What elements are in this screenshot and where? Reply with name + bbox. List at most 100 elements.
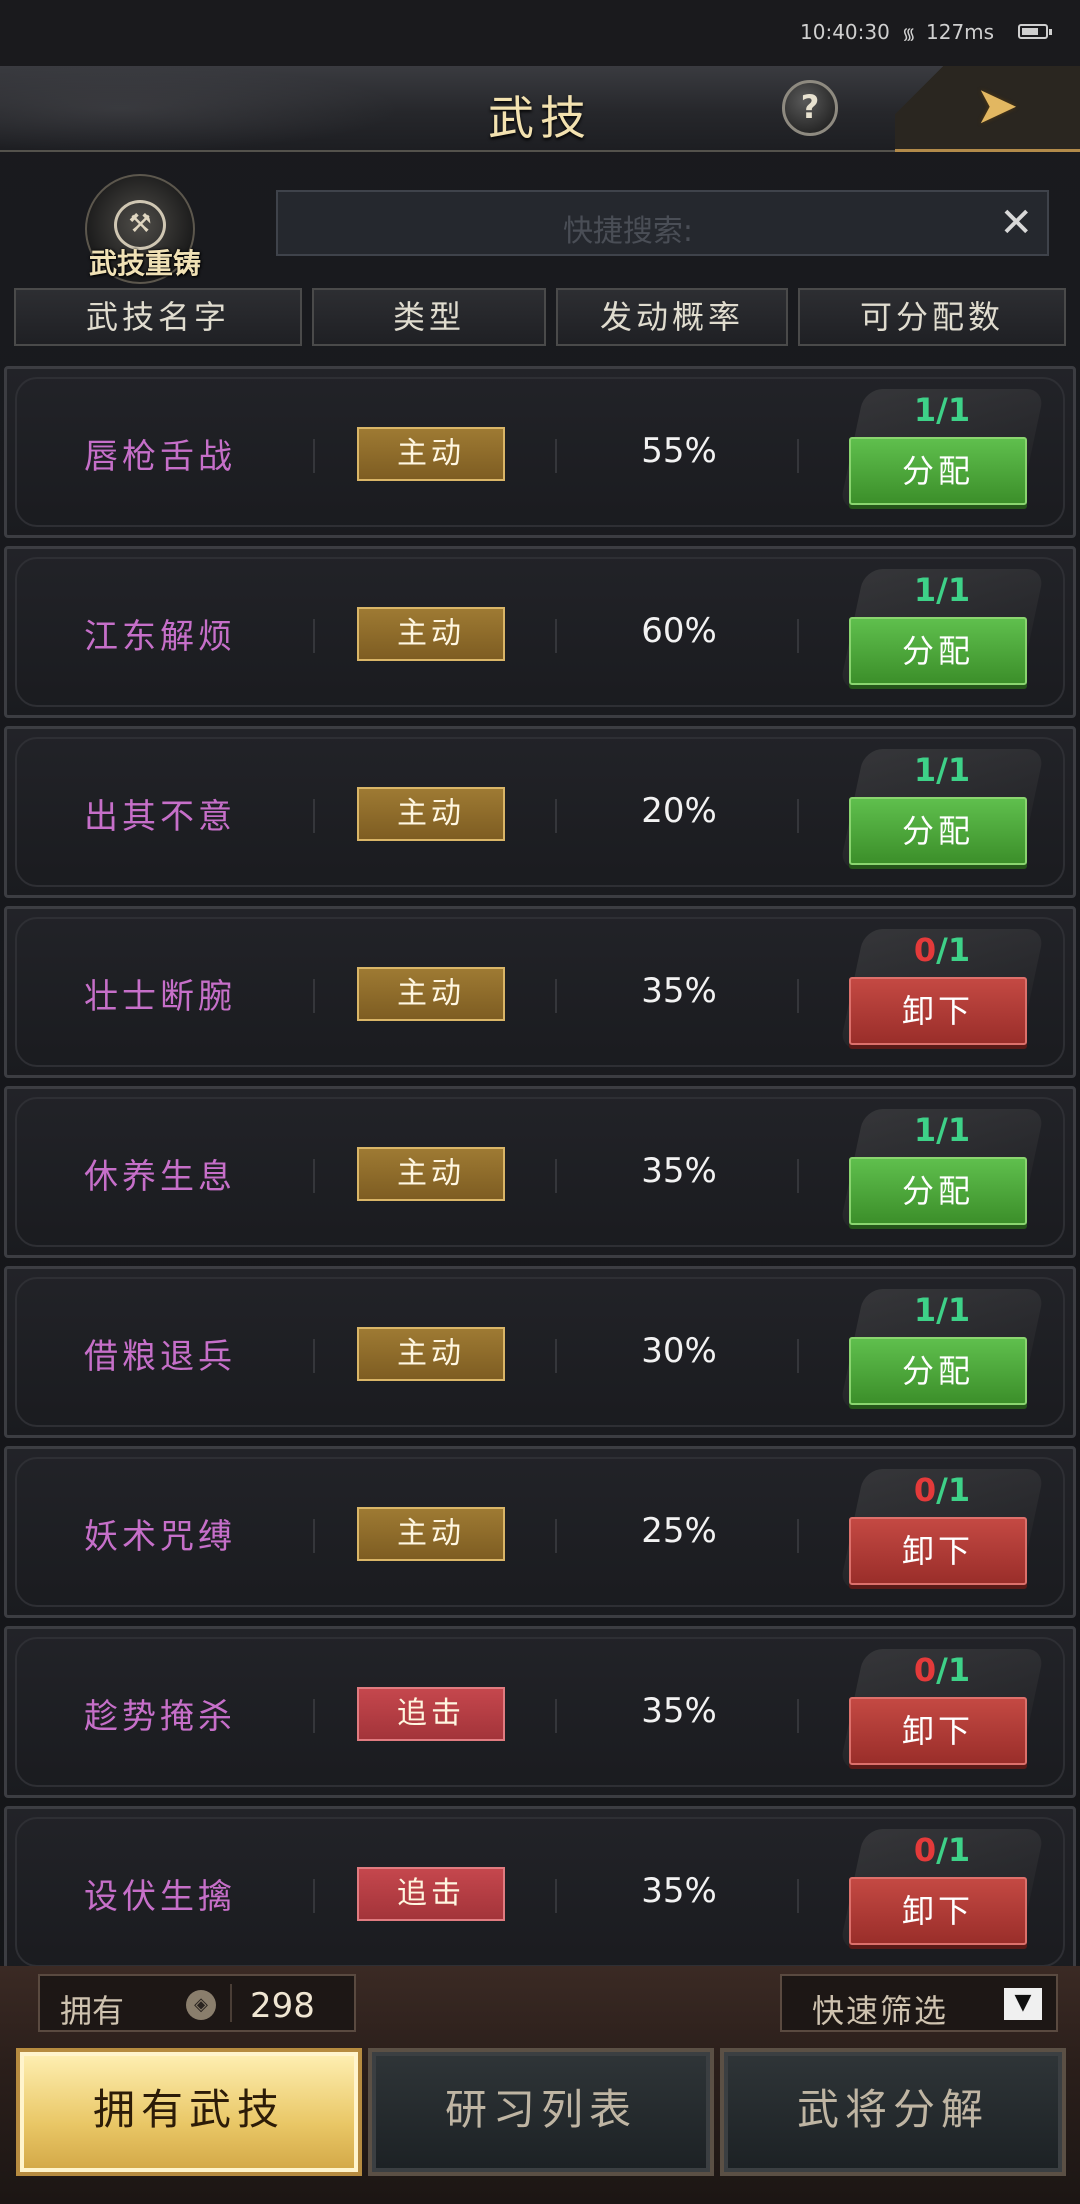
skill-row[interactable]: 壮士断腕 主动 35% 0/1 卸下 — [4, 906, 1076, 1078]
token-icon: ◈ — [186, 1990, 216, 2020]
skill-trigger-rate: 35% — [641, 971, 717, 1011]
skill-type-badge: 主动 — [357, 1327, 505, 1381]
column-divider — [555, 799, 557, 833]
unload-button[interactable]: 卸下 — [849, 1517, 1027, 1585]
skill-row[interactable]: 出其不意 主动 20% 1/1 分配 — [4, 726, 1076, 898]
battery-icon — [1018, 24, 1052, 39]
skill-type-badge: 追击 — [357, 1867, 505, 1921]
count-slash: / — [936, 751, 948, 789]
assignable-count: 1/1 — [852, 751, 1032, 789]
column-header-type: 类型 — [312, 288, 546, 346]
unload-button[interactable]: 卸下 — [849, 1877, 1027, 1945]
assigned-number: 1 — [913, 751, 937, 789]
column-divider — [555, 1699, 557, 1733]
owned-divider — [230, 1984, 232, 2022]
total-number: 1 — [947, 391, 971, 429]
assigned-number: 0 — [913, 1831, 937, 1869]
filter-label: 快速筛选 — [812, 1992, 949, 2030]
column-divider — [555, 1159, 557, 1193]
assignable-count: 0/1 — [852, 931, 1032, 969]
assignable-count: 1/1 — [852, 1111, 1032, 1149]
skill-trigger-rate: 20% — [641, 791, 717, 831]
help-button[interactable]: ? — [782, 80, 838, 136]
assign-button[interactable]: 分配 — [849, 617, 1027, 685]
back-button[interactable]: ➤ — [895, 66, 1080, 152]
chevron-down-icon: ▼ — [1004, 1988, 1042, 2020]
total-number: 1 — [947, 1111, 971, 1149]
total-number: 1 — [947, 751, 971, 789]
tab-owned-skills[interactable]: 拥有武技 — [16, 2048, 362, 2176]
total-number: 1 — [947, 1651, 971, 1689]
assign-button[interactable]: 分配 — [849, 1337, 1027, 1405]
status-ping: 127ms — [926, 20, 995, 44]
column-divider — [797, 1519, 799, 1553]
skill-row[interactable]: 休养生息 主动 35% 1/1 分配 — [4, 1086, 1076, 1258]
owned-label: 拥有 — [60, 1992, 125, 2030]
total-number: 1 — [947, 1831, 971, 1869]
owned-value: 298 — [250, 1986, 315, 2026]
skill-name: 江东解烦 — [84, 617, 236, 657]
column-divider — [555, 439, 557, 473]
count-slash: / — [936, 931, 948, 969]
assign-button[interactable]: 分配 — [849, 797, 1027, 865]
count-slash: / — [936, 1291, 948, 1329]
skill-trigger-rate: 55% — [641, 431, 717, 471]
unload-button[interactable]: 卸下 — [849, 1697, 1027, 1765]
count-slash: / — [936, 1471, 948, 1509]
column-divider — [313, 799, 315, 833]
count-slash: / — [936, 1111, 948, 1149]
skill-name: 唇枪舌战 — [84, 437, 236, 477]
column-divider — [555, 619, 557, 653]
column-divider — [797, 619, 799, 653]
skill-recast-button[interactable]: ⚒ 武技重铸 — [70, 170, 210, 284]
clear-icon[interactable]: ✕ — [999, 200, 1033, 246]
column-divider — [555, 979, 557, 1013]
signal-icon: ᯾ — [902, 24, 916, 43]
skill-type-badge: 主动 — [357, 1507, 505, 1561]
tab-general-decompose[interactable]: 武将分解 — [720, 2048, 1066, 2176]
skill-row[interactable]: 妖术咒缚 主动 25% 0/1 卸下 — [4, 1446, 1076, 1618]
skill-row[interactable]: 趁势掩杀 追击 35% 0/1 卸下 — [4, 1626, 1076, 1798]
column-divider — [797, 439, 799, 473]
assignable-count: 0/1 — [852, 1651, 1032, 1689]
column-divider — [555, 1339, 557, 1373]
skill-name: 壮士断腕 — [84, 977, 236, 1017]
column-divider — [313, 439, 315, 473]
total-number: 1 — [947, 1291, 971, 1329]
skill-name: 出其不意 — [84, 797, 236, 837]
assignable-count: 1/1 — [852, 391, 1032, 429]
total-number: 1 — [947, 571, 971, 609]
column-divider — [797, 1699, 799, 1733]
skill-trigger-rate: 25% — [641, 1511, 717, 1551]
assigned-number: 0 — [913, 931, 937, 969]
skill-row[interactable]: 江东解烦 主动 60% 1/1 分配 — [4, 546, 1076, 718]
assigned-number: 0 — [913, 1651, 937, 1689]
skill-list[interactable]: 唇枪舌战 主动 55% 1/1 分配 江东解烦 主动 60% 1/1 分配 出其不意 主动 20% 1/1… — [0, 352, 1080, 1966]
recast-label: 武技重铸 — [88, 247, 201, 280]
column-divider — [797, 1159, 799, 1193]
assigned-number: 1 — [913, 571, 937, 609]
column-divider — [313, 979, 315, 1013]
total-number: 1 — [947, 931, 971, 969]
assign-button[interactable]: 分配 — [849, 437, 1027, 505]
skill-name: 休养生息 — [84, 1157, 236, 1197]
quick-filter-dropdown[interactable]: 快速筛选 ▼ — [780, 1974, 1058, 2032]
skill-row[interactable]: 借粮退兵 主动 30% 1/1 分配 — [4, 1266, 1076, 1438]
skill-type-badge: 追击 — [357, 1687, 505, 1741]
search-input[interactable]: 快捷搜索: ✕ — [276, 190, 1049, 256]
unload-button[interactable]: 卸下 — [849, 977, 1027, 1045]
assigned-number: 1 — [913, 1291, 937, 1329]
assignable-count: 1/1 — [852, 571, 1032, 609]
skill-type-badge: 主动 — [357, 1147, 505, 1201]
skill-trigger-rate: 60% — [641, 611, 717, 651]
column-header-name: 武技名字 — [14, 288, 302, 346]
column-divider — [313, 619, 315, 653]
skill-row[interactable]: 唇枪舌战 主动 55% 1/1 分配 — [4, 366, 1076, 538]
tab-study-list[interactable]: 研习列表 — [368, 2048, 714, 2176]
count-slash: / — [936, 1651, 948, 1689]
column-header-rate: 发动概率 — [556, 288, 788, 346]
skill-trigger-rate: 35% — [641, 1691, 717, 1731]
skill-row[interactable]: 设伏生擒 追击 35% 0/1 卸下 — [4, 1806, 1076, 1966]
column-header-count: 可分配数 — [798, 288, 1066, 346]
assign-button[interactable]: 分配 — [849, 1157, 1027, 1225]
